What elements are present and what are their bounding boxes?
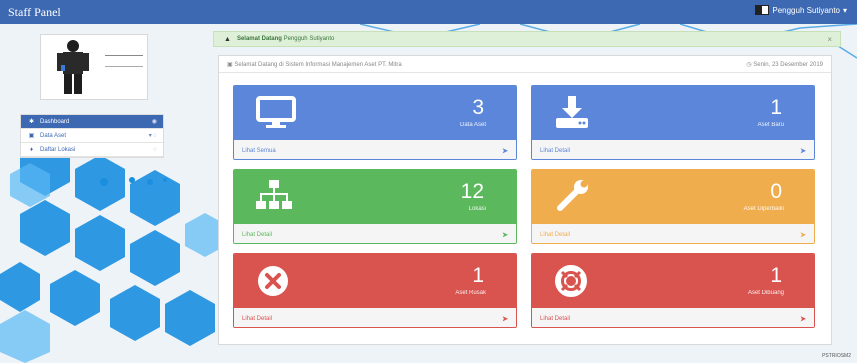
card-aset-diperbaiki: 0 Aset Diperbaiki Lihat Detail ➤ xyxy=(531,169,815,244)
sidebar-item-label: Daftar Lokasi xyxy=(40,146,76,153)
chevron-down-icon: ▾ xyxy=(842,5,847,15)
card-aset-baru: 1 Aset Baru Lihat Detail ➤ xyxy=(531,85,815,160)
arrow-circle-right-icon: ➤ xyxy=(502,147,508,155)
sidebar-menu: ✱ Dashboard ◉ ▣ Data Aset ▾ ◌ ♦ Daftar L… xyxy=(20,114,164,158)
sidebar-item-label: Data Aset xyxy=(40,132,67,139)
card-count: 1 xyxy=(770,96,782,119)
card-footer-link[interactable]: Lihat Detail ➤ xyxy=(532,140,814,159)
close-icon[interactable]: × xyxy=(827,35,832,44)
card-subtitle: Aset Dibuang xyxy=(747,290,784,296)
alert-greeting: Selamat Datang xyxy=(236,36,282,42)
card-subtitle: Aset Rusak xyxy=(455,290,486,296)
card-footer-link[interactable]: Lihat Detail ➤ xyxy=(234,308,516,327)
card-footer-label: Lihat Detail xyxy=(540,231,571,238)
lock-icon: ▲ xyxy=(224,35,231,43)
top-navbar: Staff Panel Pengguh Sutiyanto ▾ xyxy=(0,0,857,24)
home-icon: ✱ xyxy=(28,119,35,125)
alert-user-name: Pengguh Sutiyanto xyxy=(283,36,335,42)
user-avatar-icon xyxy=(755,5,770,15)
times-circle-icon xyxy=(258,266,288,296)
welcome-alert: ▲ Selamat Datang Pengguh Sutiyanto × xyxy=(213,31,841,47)
chevron-down-icon: ▾ ◌ xyxy=(148,133,157,139)
profile-photo xyxy=(40,34,148,100)
arrow-circle-right-icon: ➤ xyxy=(502,315,508,323)
user-menu[interactable]: Pengguh Sutiyanto ▾ xyxy=(755,5,847,15)
dashboard-panel: ▣ Selamat Datang di Sistem Informasi Man… xyxy=(218,55,832,345)
card-footer-link[interactable]: Lihat Detail ➤ xyxy=(532,308,814,327)
arrow-circle-right-icon: ➤ xyxy=(800,147,806,155)
map-marker-icon: ♦ xyxy=(29,146,34,153)
card-subtitle: Aset Diperbaiki xyxy=(743,206,784,212)
card-data-aset: 3 Data Aset Lihat Semua ➤ xyxy=(233,85,517,160)
arrow-circle-right-icon: ➤ xyxy=(800,315,806,323)
card-footer-label: Lihat Detail xyxy=(242,315,273,322)
user-figure-icon xyxy=(57,40,89,94)
card-footer-label: Lihat Detail xyxy=(540,147,571,154)
sidebar-item-data-aset[interactable]: ▣ Data Aset ▾ ◌ xyxy=(21,129,163,143)
corner-label: PSTRIOSM2 xyxy=(822,353,851,359)
wrench-icon xyxy=(557,180,588,211)
card-count: 3 xyxy=(472,96,484,119)
clock-icon: ◷ xyxy=(746,61,752,68)
download-icon xyxy=(556,96,588,128)
card-footer-link[interactable]: Lihat Detail ➤ xyxy=(234,224,516,243)
table-icon: ▣ xyxy=(28,133,35,139)
brand-title[interactable]: Staff Panel xyxy=(8,5,61,20)
arrow-circle-right-icon: ➤ xyxy=(502,231,508,239)
card-count: 0 xyxy=(770,180,782,203)
card-subtitle: Data Aset xyxy=(459,122,486,128)
card-aset-rusak: 1 Aset Rusak Lihat Detail ➤ xyxy=(233,253,517,328)
user-name: Pengguh Sutiyanto xyxy=(772,5,840,15)
life-ring-icon xyxy=(555,265,587,297)
panel-heading: ▣ Selamat Datang di Sistem Informasi Man… xyxy=(227,61,402,68)
card-footer-label: Lihat Detail xyxy=(540,315,571,322)
card-footer-link[interactable]: Lihat Detail ➤ xyxy=(532,224,814,243)
desktop-icon xyxy=(256,96,296,128)
sidebar-item-label: Dashboard xyxy=(40,118,70,125)
panel-header: ▣ Selamat Datang di Sistem Informasi Man… xyxy=(219,56,831,73)
indicator-icon: ◌ xyxy=(153,146,157,153)
card-count: 1 xyxy=(770,264,782,287)
card-footer-label: Lihat Detail xyxy=(242,231,273,238)
panel-date: ◷ Senin, 23 Desember 2019 xyxy=(746,61,823,68)
card-count: 1 xyxy=(472,264,484,287)
sitemap-icon xyxy=(256,180,292,209)
indicator-icon: ◉ xyxy=(151,119,157,125)
dashboard-icon: ▣ xyxy=(227,61,233,68)
sidebar-item-dashboard[interactable]: ✱ Dashboard ◉ xyxy=(21,115,163,129)
card-aset-dibuang: 1 Aset Dibuang Lihat Detail ➤ xyxy=(531,253,815,328)
photo-caption xyxy=(105,55,143,67)
card-subtitle: Lokasi xyxy=(468,206,486,212)
card-footer-label: Lihat Semua xyxy=(242,147,276,154)
card-subtitle: Aset Baru xyxy=(757,122,784,128)
sidebar-item-daftar-lokasi[interactable]: ♦ Daftar Lokasi ◌ xyxy=(21,143,163,157)
arrow-circle-right-icon: ➤ xyxy=(800,231,806,239)
card-lokasi: 12 Lokasi Lihat Detail ➤ xyxy=(233,169,517,244)
card-footer-link[interactable]: Lihat Semua ➤ xyxy=(234,140,516,159)
card-count: 12 xyxy=(460,180,484,203)
